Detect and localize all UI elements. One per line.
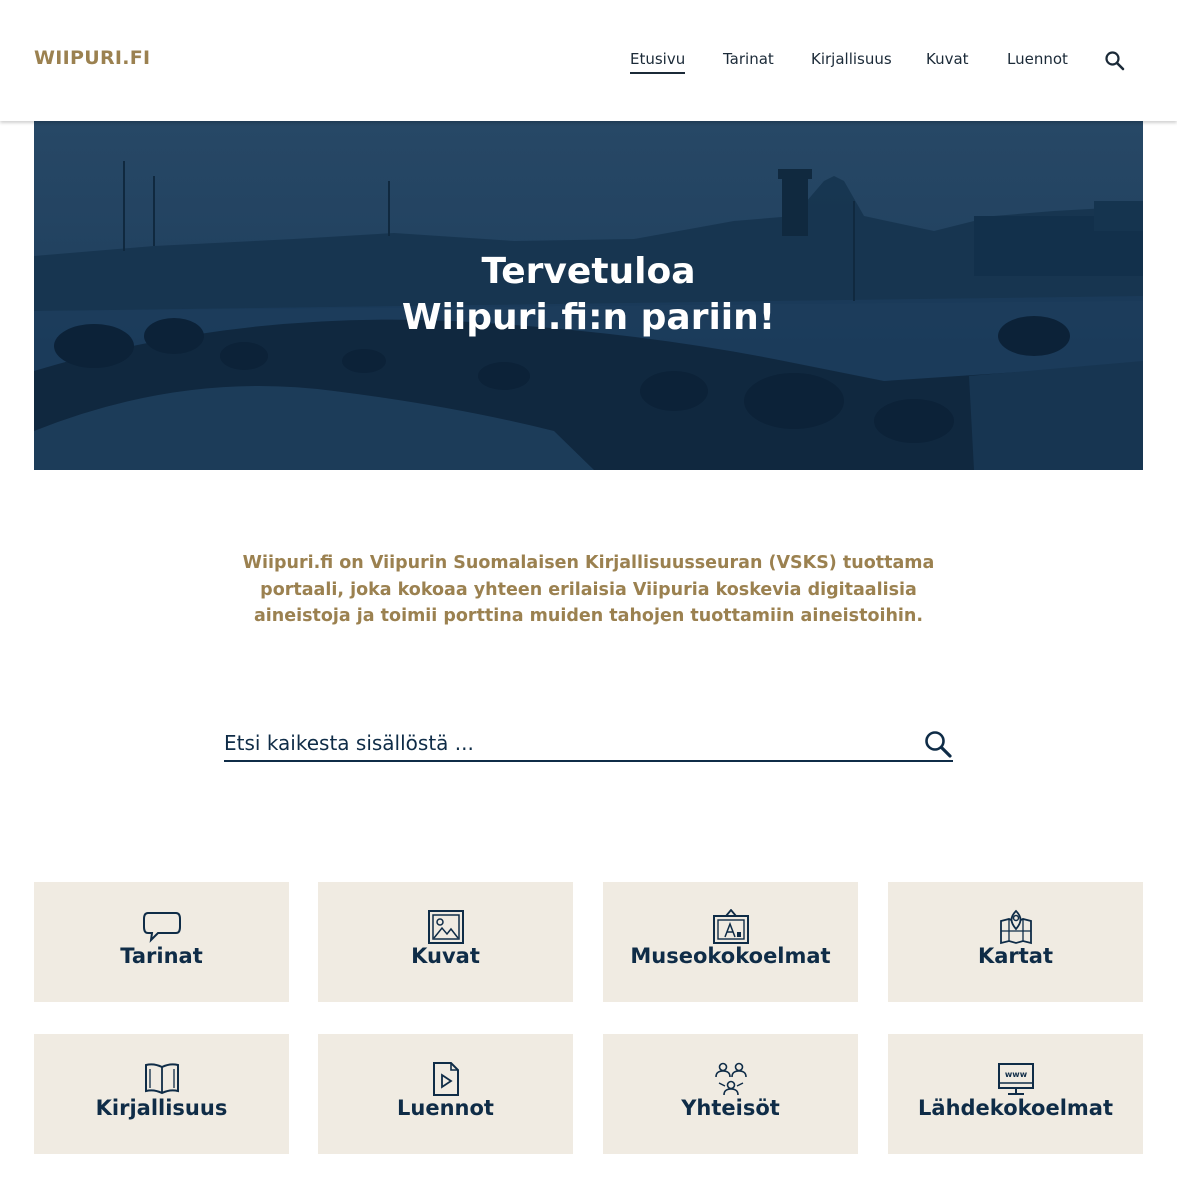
image-icon xyxy=(426,909,466,945)
tile-label: Luennot xyxy=(397,1096,494,1120)
community-icon xyxy=(711,1061,751,1097)
open-book-icon xyxy=(142,1061,182,1097)
play-file-icon xyxy=(426,1061,466,1097)
site-search xyxy=(224,726,953,762)
nav-item-tarinat[interactable]: Tarinat xyxy=(723,50,774,68)
svg-text:www: www xyxy=(1004,1070,1027,1079)
hero-title-line1: Tervetuloa xyxy=(481,251,696,292)
tile-luennot[interactable]: Luennot xyxy=(318,1034,573,1154)
nav-item-luennot[interactable]: Luennot xyxy=(1007,50,1068,68)
intro-text: Wiipuri.fi on Viipurin Suomalaisen Kirja… xyxy=(242,553,935,626)
tile-kartat[interactable]: Kartat xyxy=(888,882,1143,1002)
museum-icon xyxy=(711,908,751,945)
tile-museokokoelmat[interactable]: Museokokoelmat xyxy=(603,882,858,1002)
site-logo[interactable]: WIIPURI.FI xyxy=(34,47,150,69)
tile-yhteisot[interactable]: Yhteisöt xyxy=(603,1034,858,1154)
search-input[interactable] xyxy=(224,728,904,758)
tile-lahdekokoelmat[interactable]: www Lähdekokoelmat xyxy=(888,1034,1143,1154)
hero-title-line2: Wiipuri.fi:n pariin! xyxy=(401,297,776,338)
tile-kirjallisuus[interactable]: Kirjallisuus xyxy=(34,1034,289,1154)
speech-bubble-icon xyxy=(142,909,182,945)
tile-label: Kartat xyxy=(977,944,1054,968)
tile-kuvat[interactable]: Kuvat xyxy=(318,882,573,1002)
nav-item-etusivu[interactable]: Etusivu xyxy=(630,50,686,74)
hero-title: Tervetuloa Wiipuri.fi:n pariin! xyxy=(34,249,1143,341)
nav-item-kirjallisuus[interactable]: Kirjallisuus xyxy=(811,50,892,68)
tile-label: Museokokoelmat xyxy=(630,944,831,968)
tile-tarinat[interactable]: Tarinat xyxy=(34,882,289,1002)
nav-item-kuvat[interactable]: Kuvat xyxy=(926,50,969,68)
tile-label: Kuvat xyxy=(411,944,480,968)
map-pin-icon xyxy=(996,909,1036,945)
hero-banner: Tervetuloa Wiipuri.fi:n pariin! xyxy=(34,121,1143,470)
site-header: WIIPURI.FI Etusivu Tarinat Kirjallisuus … xyxy=(0,0,1177,121)
tile-label: Kirjallisuus xyxy=(95,1096,228,1120)
tile-label: Tarinat xyxy=(120,944,203,968)
search-icon[interactable] xyxy=(923,729,953,759)
search-icon[interactable] xyxy=(1103,49,1127,73)
www-monitor-icon: www xyxy=(996,1061,1036,1097)
tile-label: Lähdekokoelmat xyxy=(918,1096,1113,1120)
tile-label: Yhteisöt xyxy=(681,1096,780,1120)
